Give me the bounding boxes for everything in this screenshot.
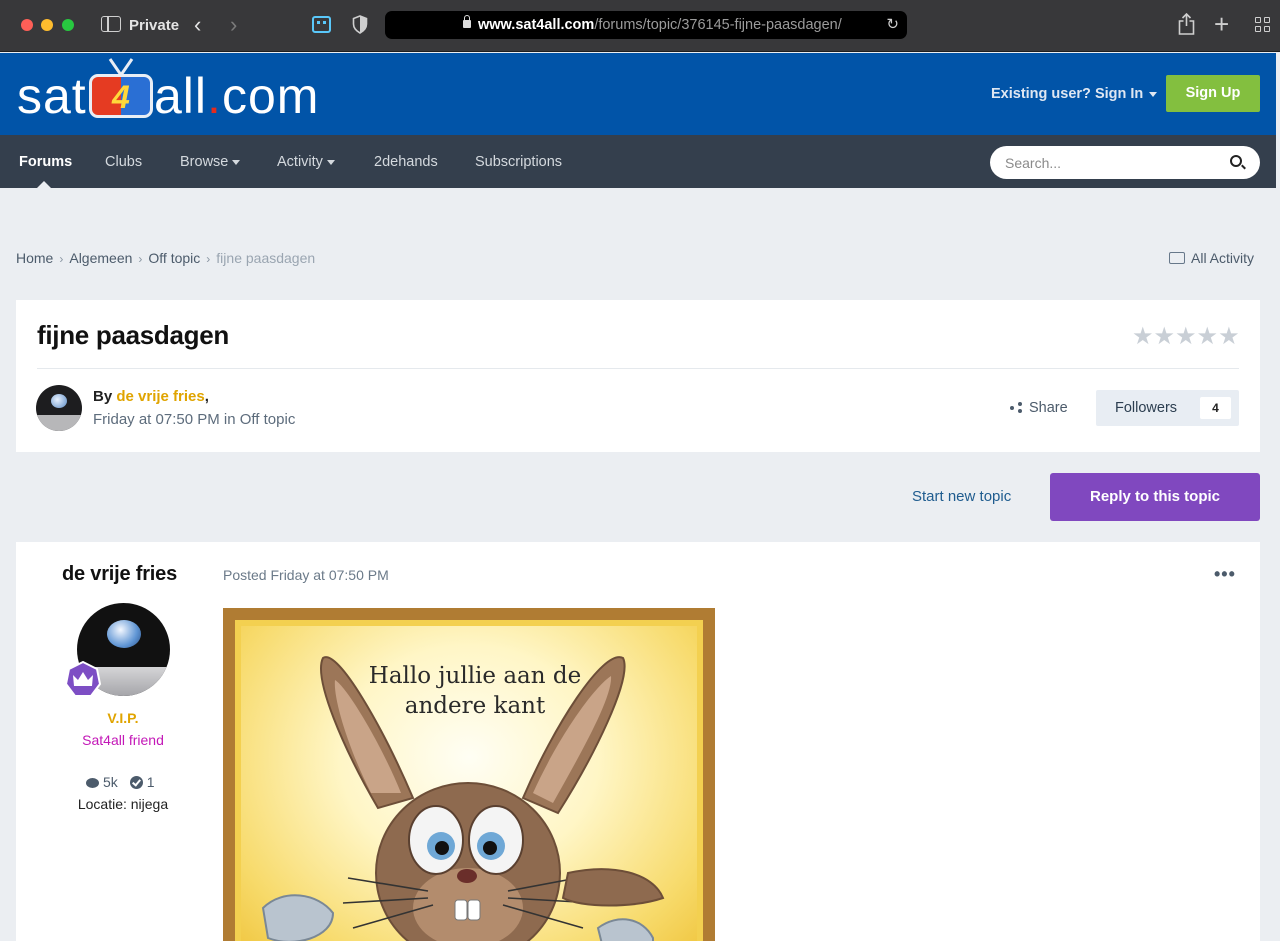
- private-label: Private: [129, 17, 180, 34]
- logo-text-all: all.com: [154, 68, 320, 124]
- back-button[interactable]: ‹: [194, 12, 201, 38]
- new-tab-icon[interactable]: +: [1214, 9, 1229, 40]
- reload-icon[interactable]: ↻: [886, 15, 899, 33]
- topic-header-card: fijne paasdagen ★★★★★ By de vrije fries,…: [16, 300, 1260, 452]
- chevron-right-icon: ›: [138, 252, 143, 266]
- member-title: V.I.P.: [107, 710, 139, 726]
- author-link[interactable]: de vrije fries: [116, 388, 204, 405]
- nav-2dehands[interactable]: 2dehands: [374, 154, 438, 170]
- nav-browse[interactable]: Browse: [180, 154, 241, 170]
- browser-toolbar: Private ‹ › www.sat4all.com/forums/topic…: [0, 0, 1280, 52]
- search-icon[interactable]: [1230, 155, 1242, 167]
- tab-overview-icon[interactable]: [1255, 17, 1271, 33]
- extension-icon[interactable]: [312, 16, 331, 33]
- share-button[interactable]: Share: [1010, 400, 1068, 416]
- post-date[interactable]: Posted Friday at 07:50 PM: [223, 567, 389, 583]
- logo-text-sat: sat: [17, 68, 87, 124]
- crown-badge-icon: [64, 661, 102, 697]
- comment-icon: [86, 778, 99, 788]
- followers-button[interactable]: Followers 4: [1096, 390, 1239, 426]
- share-icon: [1010, 402, 1022, 413]
- poster-name[interactable]: de vrije fries: [16, 563, 223, 586]
- zoom-window-button[interactable]: [62, 19, 74, 31]
- breadcrumb-algemeen[interactable]: Algemeen: [69, 250, 132, 266]
- address-bar[interactable]: www.sat4all.com/forums/topic/376145-fijn…: [385, 11, 907, 39]
- active-nav-indicator: [37, 181, 51, 188]
- posts-count: 5k: [103, 774, 118, 790]
- avatar[interactable]: [36, 385, 82, 431]
- breadcrumb: Home › Algemeen › Off topic › fijne paasdagen: [16, 250, 315, 266]
- easter-bunny-image[interactable]: Hallo jullie aan de andere kant: [223, 608, 715, 941]
- sign-up-button[interactable]: Sign Up: [1166, 75, 1260, 112]
- page-title: fijne paasdagen: [37, 320, 229, 350]
- all-activity-link[interactable]: All Activity: [1169, 250, 1254, 266]
- sign-in-link[interactable]: Existing user? Sign In: [991, 86, 1158, 102]
- nav-activity[interactable]: Activity: [277, 154, 335, 170]
- bunny-illustration: [261, 656, 665, 941]
- divider: [37, 368, 1239, 369]
- breadcrumb-home[interactable]: Home: [16, 250, 53, 266]
- followers-label: Followers: [1115, 400, 1178, 416]
- url-text: www.sat4all.com/forums/topic/376145-fijn…: [478, 17, 842, 33]
- share-icon[interactable]: [1178, 13, 1195, 35]
- chevron-down-icon: [326, 159, 335, 165]
- start-new-topic-link[interactable]: Start new topic: [912, 488, 1011, 505]
- tv-logo-icon: 4: [89, 74, 153, 118]
- sidebar-toggle-icon[interactable]: [101, 16, 121, 32]
- chevron-right-icon: ›: [59, 252, 64, 266]
- chevron-down-icon: [232, 159, 241, 165]
- rating-stars[interactable]: ★★★★★: [1132, 322, 1240, 351]
- minimize-window-button[interactable]: [41, 19, 53, 31]
- topic-posted-meta: Friday at 07:50 PM in Off topic: [93, 411, 296, 428]
- site-header: sat 4 all.com Existing user? Sign In Sig…: [0, 53, 1276, 135]
- nav-forums[interactable]: Forums: [19, 154, 72, 170]
- member-group: Sat4all friend: [82, 732, 164, 748]
- logo-four: 4: [112, 79, 130, 115]
- check-circle-icon: [129, 776, 143, 789]
- lock-icon: [463, 15, 471, 28]
- newspaper-icon: [1169, 252, 1185, 264]
- close-window-button[interactable]: [21, 19, 33, 31]
- followers-count: 4: [1200, 397, 1231, 419]
- chevron-down-icon: [1149, 91, 1158, 97]
- search-box: [990, 146, 1260, 179]
- forward-button[interactable]: ›: [230, 12, 237, 38]
- search-input[interactable]: [1005, 146, 1215, 179]
- member-location: Locatie: nijega: [77, 796, 169, 812]
- breadcrumb-current: fijne paasdagen: [216, 250, 316, 266]
- member-stats: 5k 1: [86, 774, 155, 790]
- reply-button[interactable]: Reply to this topic: [1050, 473, 1260, 521]
- more-options-icon[interactable]: •••: [1214, 564, 1236, 585]
- topic-byline: By de vrije fries,: [93, 388, 209, 405]
- breadcrumb-off-topic[interactable]: Off topic: [148, 250, 200, 266]
- nav-clubs[interactable]: Clubs: [105, 154, 142, 170]
- reputation-count: 1: [146, 774, 155, 790]
- nav-subscriptions[interactable]: Subscriptions: [475, 154, 562, 170]
- post-card: de vrije fries V.I.P. Sat4all friend 5k 1…: [16, 542, 1260, 941]
- chevron-right-icon: ›: [206, 252, 211, 266]
- privacy-shield-icon[interactable]: [352, 15, 368, 34]
